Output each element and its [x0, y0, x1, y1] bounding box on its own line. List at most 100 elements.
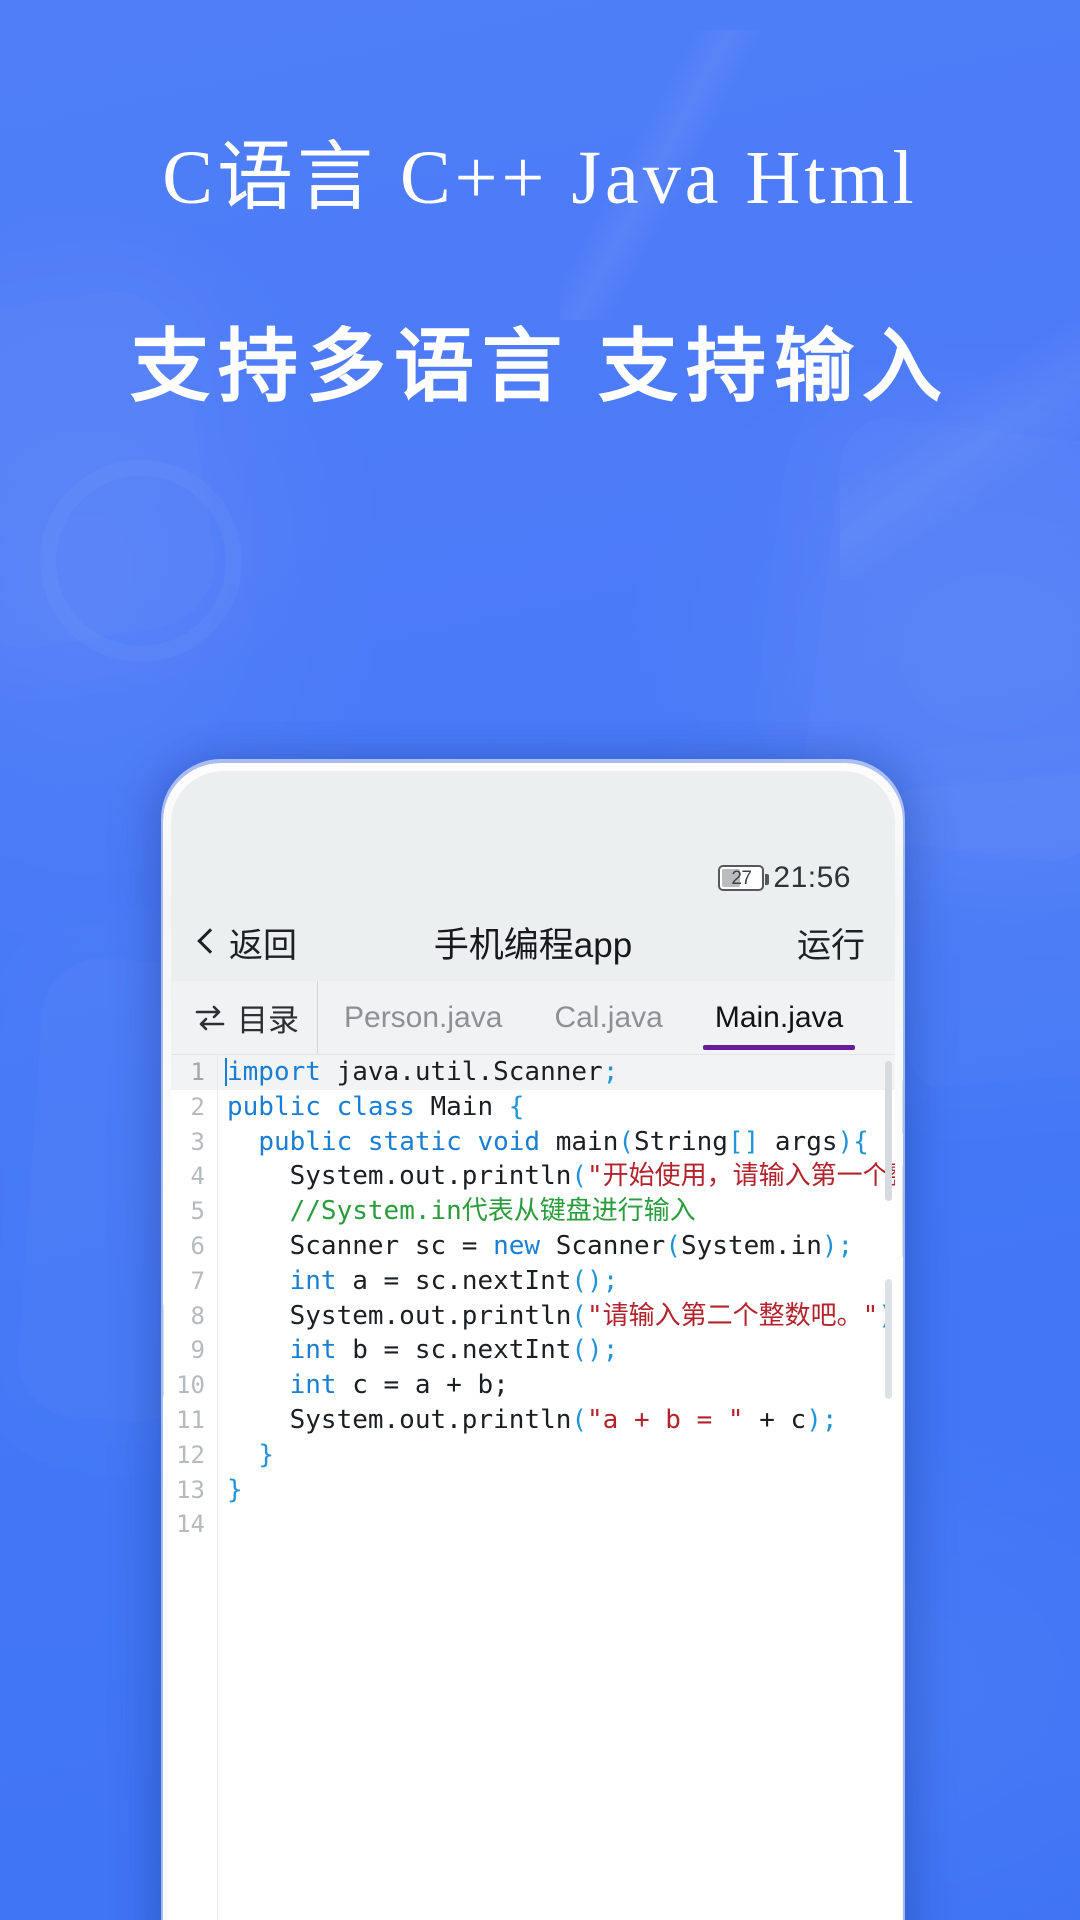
- code-token: "开始使用，请输入第一个整数吧。": [587, 1161, 895, 1192]
- code-line[interactable]: 11 System.out.println("a + b = " + c);: [171, 1403, 895, 1438]
- code-line[interactable]: 8 System.out.println("请输入第二个整数吧。");: [171, 1299, 895, 1334]
- file-tab[interactable]: Person.java: [318, 981, 528, 1054]
- line-number: 7: [190, 1266, 205, 1295]
- code-token: System.out.println: [227, 1161, 572, 1192]
- code-token: (: [665, 1230, 681, 1261]
- code-line[interactable]: 2 public class Main {: [171, 1090, 895, 1125]
- code-token: Scanner sc =: [227, 1230, 494, 1261]
- back-button[interactable]: 返回: [197, 918, 297, 967]
- promo-headline-primary: C语言 C++ Java Html: [162, 136, 918, 220]
- code-token: String: [634, 1126, 728, 1157]
- line-number: 5: [190, 1197, 205, 1226]
- code-token: ){: [837, 1126, 869, 1157]
- code-token: //System.in代表从键盘进行输入: [289, 1196, 696, 1227]
- code-token: Main: [414, 1091, 509, 1122]
- code-text: System.out.println("开始使用，请输入第一个整数吧。");: [217, 1159, 895, 1194]
- code-line[interactable]: 12 }: [171, 1438, 895, 1473]
- code-text: }: [217, 1473, 243, 1508]
- background-shape: [40, 460, 242, 662]
- code-token: int: [289, 1370, 337, 1401]
- line-number: 13: [176, 1475, 205, 1504]
- code-editor[interactable]: 1 import java.util.Scanner; 2 public class …: [171, 1055, 895, 1920]
- code-text: int b = sc.nextInt();: [217, 1333, 619, 1368]
- code-line[interactable]: 10 int c = a + b;: [171, 1368, 895, 1403]
- code-token: (: [571, 1161, 588, 1192]
- code-line[interactable]: 6 Scanner sc = new Scanner(System.in);: [171, 1229, 895, 1264]
- code-text: System.out.println("a + b = " + c);: [217, 1403, 838, 1438]
- line-number: 12: [176, 1440, 205, 1469]
- code-token: (: [571, 1404, 588, 1435]
- directory-button[interactable]: 目录: [171, 981, 318, 1054]
- line-number: 8: [190, 1301, 205, 1330]
- status-bar-clock: 21:56: [773, 861, 851, 894]
- code-token: System.out.println: [227, 1300, 572, 1331]
- phone-side-button[interactable]: [902, 1163, 903, 1259]
- file-tab[interactable]: Main.java: [689, 981, 869, 1054]
- line-number: 14: [176, 1510, 205, 1539]
- code-token: {: [508, 1091, 525, 1122]
- code-token: );: [806, 1404, 838, 1435]
- swap-icon: [195, 1005, 225, 1030]
- code-token: a = sc.nextInt: [336, 1265, 572, 1296]
- code-line[interactable]: 14: [171, 1507, 895, 1542]
- code-token: java.util.Scanner: [320, 1057, 603, 1087]
- file-tab-bar: 目录 Person.java Cal.java Main.java: [171, 981, 895, 1055]
- background-shape: [887, 770, 1080, 1090]
- line-number: 9: [190, 1336, 205, 1365]
- directory-label: 目录: [237, 1003, 299, 1038]
- code-token: ;: [602, 1057, 619, 1087]
- code-token: public static void: [258, 1126, 541, 1157]
- code-token: System.in: [680, 1230, 822, 1261]
- status-bar: 27 21:56: [171, 771, 895, 903]
- battery-icon: 27: [718, 865, 770, 891]
- phone-side-button[interactable]: [163, 1303, 164, 1399]
- editor-scrollbar-secondary[interactable]: [885, 1279, 892, 1399]
- promo-headline-secondary: 支持多语言 支持输入: [130, 324, 950, 412]
- code-token: }: [258, 1439, 274, 1470]
- promo-page: C语言 C++ Java Html 支持多语言 支持输入 27 21:56 返回: [0, 0, 1080, 1920]
- nav-bar: 返回 手机编程app 运行: [171, 903, 895, 981]
- code-text: int c = a + b;: [217, 1368, 509, 1403]
- code-text: public static void main(String[] args){: [217, 1125, 869, 1160]
- code-text: int a = sc.nextInt();: [217, 1264, 619, 1299]
- code-line[interactable]: 3 public static void main(String[] args)…: [171, 1125, 895, 1160]
- file-tabs: Person.java Cal.java Main.java: [318, 981, 869, 1054]
- phone-mockup: 27 21:56 返回 手机编程app 运行 目录 Person.java Ca…: [163, 763, 903, 1920]
- code-line[interactable]: 5 //System.in代表从键盘进行输入: [171, 1194, 895, 1229]
- code-token: ();: [571, 1335, 619, 1366]
- battery-percent-label: 27: [731, 867, 752, 889]
- code-text: import java.util.Scanner;: [217, 1055, 618, 1090]
- code-token: public class: [227, 1091, 415, 1122]
- code-token: }: [227, 1474, 243, 1505]
- file-tab[interactable]: Cal.java: [528, 981, 688, 1054]
- code-token: Scanner: [540, 1230, 666, 1261]
- code-token: (: [618, 1126, 635, 1157]
- code-line[interactable]: 4 System.out.println("开始使用，请输入第一个整数吧。");: [171, 1159, 895, 1194]
- code-token: main: [540, 1126, 619, 1157]
- editor-scrollbar[interactable]: [885, 1061, 892, 1201]
- code-line[interactable]: 13}: [171, 1473, 895, 1508]
- code-lines[interactable]: 1 import java.util.Scanner; 2 public class …: [171, 1055, 895, 1542]
- code-token: "请输入第二个整数吧。": [587, 1300, 879, 1331]
- code-token: new: [493, 1230, 541, 1261]
- line-number: 11: [176, 1405, 205, 1434]
- code-line[interactable]: 9 int b = sc.nextInt();: [171, 1333, 895, 1368]
- code-line[interactable]: 1 import java.util.Scanner;: [171, 1055, 895, 1090]
- phone-side-button[interactable]: [902, 1078, 903, 1136]
- code-line[interactable]: 7 int a = sc.nextInt();: [171, 1264, 895, 1299]
- code-text: Scanner sc = new Scanner(System.in);: [217, 1229, 854, 1264]
- code-token: System.out.println: [227, 1404, 572, 1435]
- line-number: 3: [190, 1127, 205, 1156]
- status-bar-right: 27 21:56: [718, 863, 851, 893]
- code-token: int: [289, 1335, 337, 1366]
- line-number: 6: [190, 1231, 205, 1260]
- back-button-label: 返回: [229, 926, 297, 965]
- run-button[interactable]: 运行: [797, 918, 865, 967]
- code-token: ();: [571, 1265, 619, 1296]
